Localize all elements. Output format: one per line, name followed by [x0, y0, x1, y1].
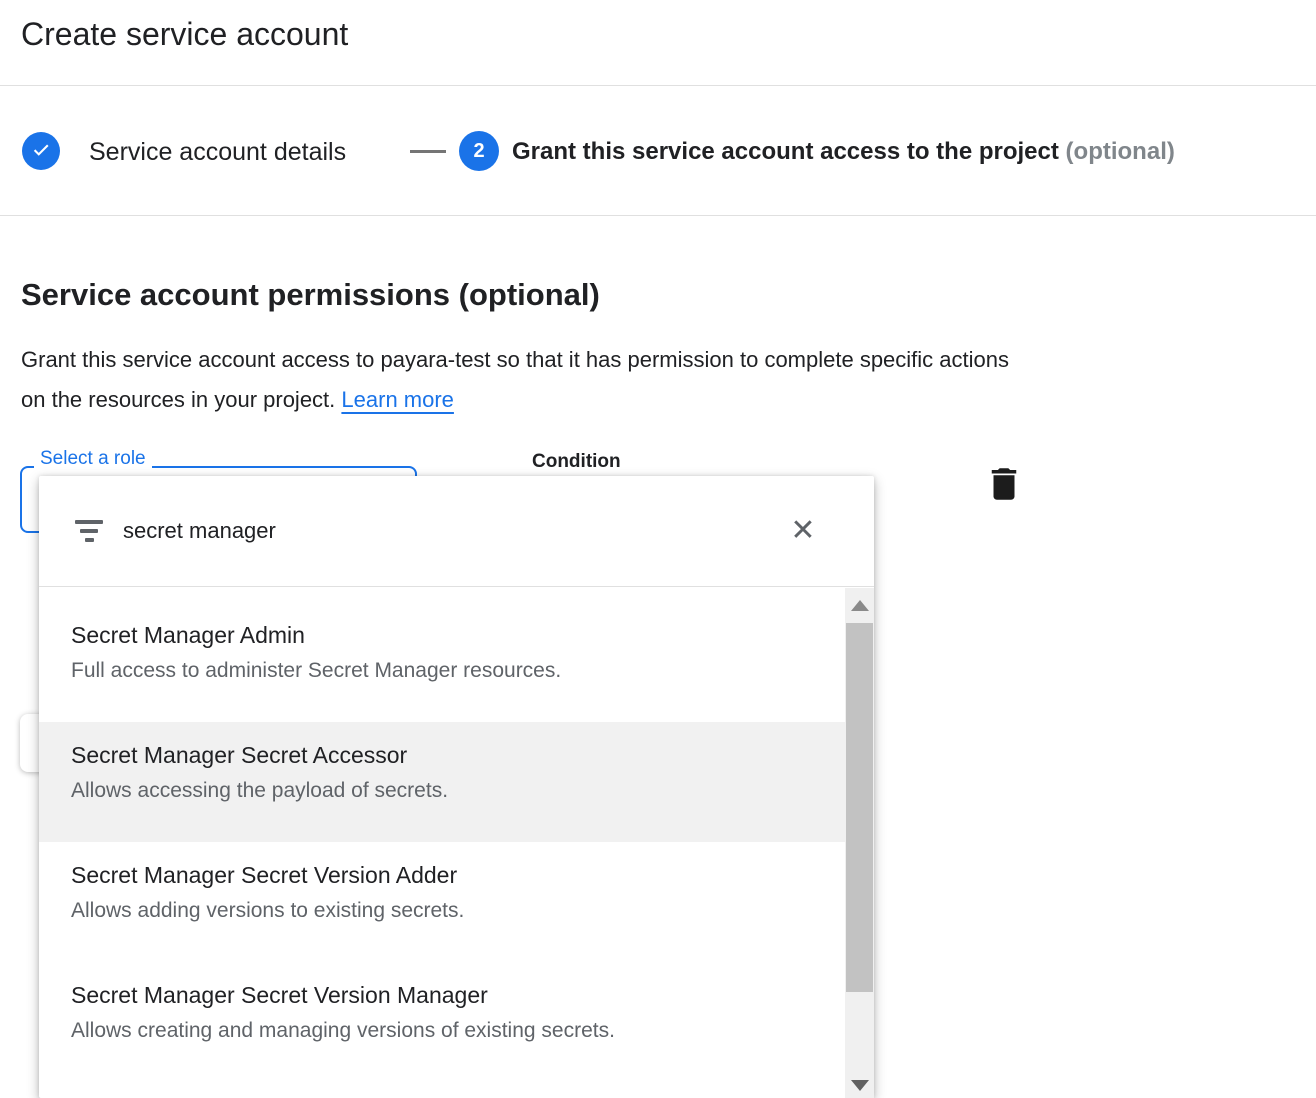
- role-option[interactable]: Secret Manager Secret Version Adder Allo…: [39, 842, 845, 962]
- page-title: Create service account: [21, 16, 348, 53]
- scrollbar-thumb[interactable]: [846, 623, 873, 992]
- role-option-title: Secret Manager Secret Version Adder: [71, 860, 813, 890]
- close-icon: ✕: [790, 514, 815, 547]
- filter-list-icon: [75, 520, 103, 542]
- arrow-up-icon: [851, 600, 869, 611]
- role-filter-row: ✕: [39, 476, 874, 587]
- scroll-down-button[interactable]: [845, 1072, 874, 1098]
- section-heading: Service account permissions (optional): [21, 277, 600, 313]
- role-option[interactable]: Secret Manager Admin Full access to admi…: [39, 602, 845, 722]
- step1-label[interactable]: Service account details: [89, 137, 346, 167]
- role-option-title: Secret Manager Secret Accessor: [71, 740, 813, 770]
- role-options-list: Secret Manager Admin Full access to admi…: [39, 588, 845, 1098]
- step-connector-line: [410, 150, 446, 153]
- role-option-description: Allows creating and managing versions of…: [71, 1017, 813, 1045]
- delete-role-button[interactable]: [983, 463, 1025, 505]
- check-icon: [30, 138, 52, 165]
- stepper-divider: [0, 215, 1316, 216]
- condition-label: Condition: [532, 451, 621, 473]
- clear-filter-button[interactable]: ✕: [783, 511, 823, 551]
- step1-completed-indicator[interactable]: [22, 132, 60, 170]
- role-dropdown-panel: ✕ Secret Manager Admin Full access to ad…: [39, 476, 874, 1098]
- dropdown-scrollbar[interactable]: [845, 588, 874, 1098]
- trash-icon: [983, 493, 1025, 508]
- learn-more-link[interactable]: Learn more: [341, 387, 454, 412]
- role-option-description: Allows adding versions to existing secre…: [71, 897, 813, 925]
- role-filter-input[interactable]: [123, 518, 683, 544]
- step2-number-indicator[interactable]: 2: [459, 131, 499, 171]
- step2-number: 2: [473, 140, 484, 163]
- section-description: Grant this service account access to pay…: [21, 340, 1026, 420]
- role-option[interactable]: Secret Manager Secret Version Manager Al…: [39, 962, 845, 1082]
- header-divider: [0, 85, 1316, 86]
- create-service-account-page: Create service account Service account d…: [0, 0, 1316, 1098]
- step2-label: Grant this service account access to the…: [512, 136, 1175, 168]
- arrow-down-icon: [851, 1080, 869, 1091]
- role-option-description: Allows accessing the payload of secrets.: [71, 777, 813, 805]
- step2-label-text: Grant this service account access to the…: [512, 138, 1059, 165]
- section-description-text: Grant this service account access to pay…: [21, 347, 1009, 412]
- role-option[interactable]: Secret Manager Secret Accessor Allows ac…: [39, 722, 845, 842]
- role-option-title: Secret Manager Secret Version Manager: [71, 980, 813, 1010]
- role-select-label: Select a role: [34, 447, 152, 471]
- step2-optional-text: (optional): [1066, 138, 1175, 165]
- role-option-description: Full access to administer Secret Manager…: [71, 657, 813, 685]
- role-option-title: Secret Manager Admin: [71, 620, 813, 650]
- scroll-up-button[interactable]: [845, 592, 874, 618]
